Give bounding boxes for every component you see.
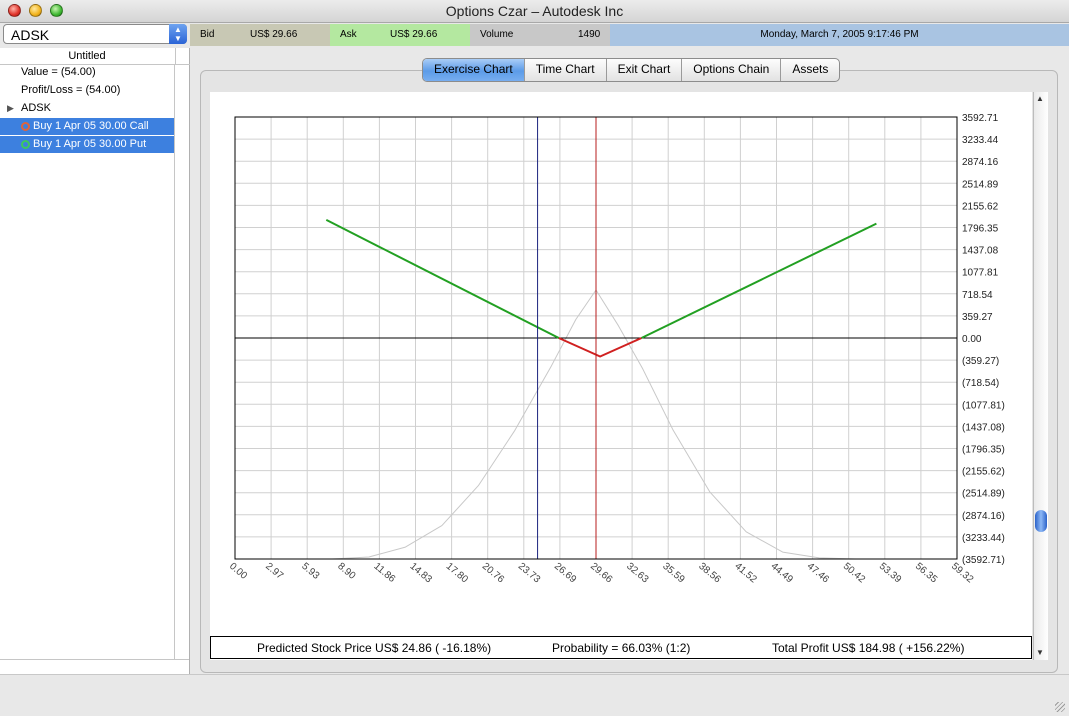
outline-row-profit-loss[interactable]: Profit/Loss = (54.00) (0, 82, 174, 99)
predicted-price-text: Predicted Stock Price US$ 24.86 ( -16.18… (257, 641, 492, 655)
x-tick-label: 35.59 (660, 561, 687, 586)
total-profit-text: Total Profit US$ 184.98 ( +156.22%) (772, 641, 965, 655)
x-tick-label: 17.80 (444, 561, 471, 586)
y-tick-label: (1077.81) (962, 400, 1005, 411)
volume-segment: Volume 1490 (470, 24, 610, 46)
outline-row-label: ADSK (21, 102, 51, 114)
x-tick-label: 47.46 (805, 561, 832, 586)
symbol-select-value: ADSK (11, 27, 50, 43)
quote-bar: Bid US$ 29.66 Ask US$ 29.66 Volume 1490 … (190, 24, 1069, 46)
y-tick-label: (1796.35) (962, 445, 1005, 456)
volume-value: 1490 (578, 29, 601, 40)
x-tick-label: 53.39 (877, 561, 904, 586)
tab-exit-chart[interactable]: Exit Chart (607, 59, 683, 81)
y-tick-label: 359.27 (962, 312, 993, 323)
window-titlebar: Options Czar – Autodesk Inc (0, 0, 1069, 23)
y-tick-label: (3233.44) (962, 533, 1005, 544)
tab-exercise-chart[interactable]: Exercise Chart (423, 59, 525, 81)
outline-row-label: Buy 1 Apr 05 30.00 Call (33, 120, 149, 132)
y-tick-label: (359.27) (962, 356, 999, 367)
x-tick-label: 8.90 (335, 561, 357, 582)
symbol-select[interactable]: ADSK ▲ ▼ (3, 24, 187, 44)
outline-row-label: Profit/Loss = (54.00) (21, 84, 121, 96)
y-tick-label: 2874.16 (962, 157, 999, 168)
y-tick-label: (2155.62) (962, 467, 1005, 478)
profit-loss-line (641, 222, 877, 339)
y-tick-label: 1437.08 (962, 246, 999, 257)
bid-segment: Bid US$ 29.66 (190, 24, 330, 46)
outline-column-header[interactable]: Untitled (0, 48, 174, 65)
x-tick-label: 2.97 (263, 561, 285, 582)
window-title: Options Czar – Autodesk Inc (445, 3, 624, 19)
x-tick-label: 44.49 (769, 561, 796, 586)
tab-assets[interactable]: Assets (781, 59, 839, 81)
outline-row-label: Value = (54.00) (21, 66, 96, 78)
probability-curve (332, 289, 856, 560)
x-tick-label: 23.73 (516, 561, 543, 586)
volume-label: Volume (480, 29, 514, 40)
bid-value: US$ 29.66 (250, 29, 298, 40)
exercise-chart[interactable]: 3592.71 3233.44 2874.16 2514.89 2155.62 1796.… (210, 92, 1032, 637)
chart-tabs: Exercise Chart Time Chart Exit Chart Opt… (422, 58, 841, 82)
probability-text: Probability = 66.03% (1:2) (552, 641, 691, 655)
x-tick-label: 29.66 (588, 561, 615, 586)
y-tick-label: 3233.44 (962, 135, 999, 146)
resize-grip-icon[interactable] (1055, 702, 1065, 712)
y-tick-label: 0.00 (962, 334, 982, 345)
x-tick-label: 0.00 (227, 561, 249, 582)
disclosure-triangle-icon[interactable]: ▶ (7, 100, 14, 117)
x-tick-label: 26.69 (552, 561, 579, 586)
outline-bottom-divider (0, 659, 189, 660)
y-tick-label: 3592.71 (962, 113, 999, 124)
x-tick-label: 56.35 (913, 561, 940, 586)
y-tick-label: 2155.62 (962, 201, 999, 212)
datetime-segment: Monday, March 7, 2005 9:17:46 PM (610, 24, 1069, 46)
select-arrows-icon: ▲ ▼ (169, 24, 187, 44)
position-outline: Untitled Value = (54.00) Profit/Loss = (… (0, 48, 190, 674)
x-tick-label: 11.86 (371, 561, 397, 585)
tab-time-chart[interactable]: Time Chart (525, 59, 607, 81)
window-bottom-bar (0, 674, 1069, 716)
ask-value: US$ 29.66 (390, 29, 438, 40)
datetime-text: Monday, March 7, 2005 9:17:46 PM (760, 29, 919, 40)
x-tick-label: 5.93 (299, 561, 321, 582)
position-ring-icon (21, 140, 30, 149)
outline-column-header-spare (175, 48, 190, 65)
outline-row-put-position[interactable]: Buy 1 Apr 05 30.00 Put (0, 136, 174, 153)
x-tick-label: 32.63 (624, 561, 651, 586)
profit-loss-line (558, 337, 642, 358)
x-tick-label: 41.52 (732, 561, 759, 586)
scroll-down-arrow-icon[interactable]: ▼ (1036, 648, 1044, 657)
y-tick-label: (2874.16) (962, 511, 1005, 522)
y-tick-label: 1077.81 (962, 268, 999, 279)
y-tick-label: 718.54 (962, 290, 993, 301)
y-tick-label: 1796.35 (962, 224, 999, 235)
y-tick-label: (2514.89) (962, 489, 1005, 500)
scroll-up-arrow-icon[interactable]: ▲ (1036, 94, 1044, 103)
prediction-status: Predicted Stock Price US$ 24.86 ( -16.18… (210, 636, 1032, 659)
x-tick-label: 20.76 (480, 561, 507, 586)
outline-row-call-position[interactable]: Buy 1 Apr 05 30.00 Call (0, 118, 174, 135)
chart-scrollbar[interactable]: ▲ ▼ (1033, 92, 1048, 660)
ask-label: Ask (340, 29, 357, 40)
y-tick-label: (718.54) (962, 378, 999, 389)
x-tick-label: 50.42 (841, 561, 868, 586)
column-divider (174, 64, 175, 659)
y-tick-label: (3592.71) (962, 555, 1005, 566)
y-tick-label: 2514.89 (962, 179, 999, 190)
ask-segment: Ask US$ 29.66 (330, 24, 470, 46)
outline-row-value[interactable]: Value = (54.00) (0, 64, 174, 81)
tab-options-chain[interactable]: Options Chain (682, 59, 782, 81)
outline-row-adsk[interactable]: ▶ ADSK (0, 100, 174, 117)
outline-row-label: Buy 1 Apr 05 30.00 Put (33, 138, 147, 150)
bid-label: Bid (200, 29, 215, 40)
scroll-thumb[interactable] (1035, 510, 1047, 532)
x-tick-label: 38.56 (696, 561, 723, 586)
exercise-chart-area: 3592.71 3233.44 2874.16 2514.89 2155.62 1796.… (210, 92, 1032, 660)
x-tick-label: 14.83 (408, 561, 435, 586)
position-ring-icon (21, 122, 30, 131)
y-tick-label: (1437.08) (962, 422, 1005, 433)
